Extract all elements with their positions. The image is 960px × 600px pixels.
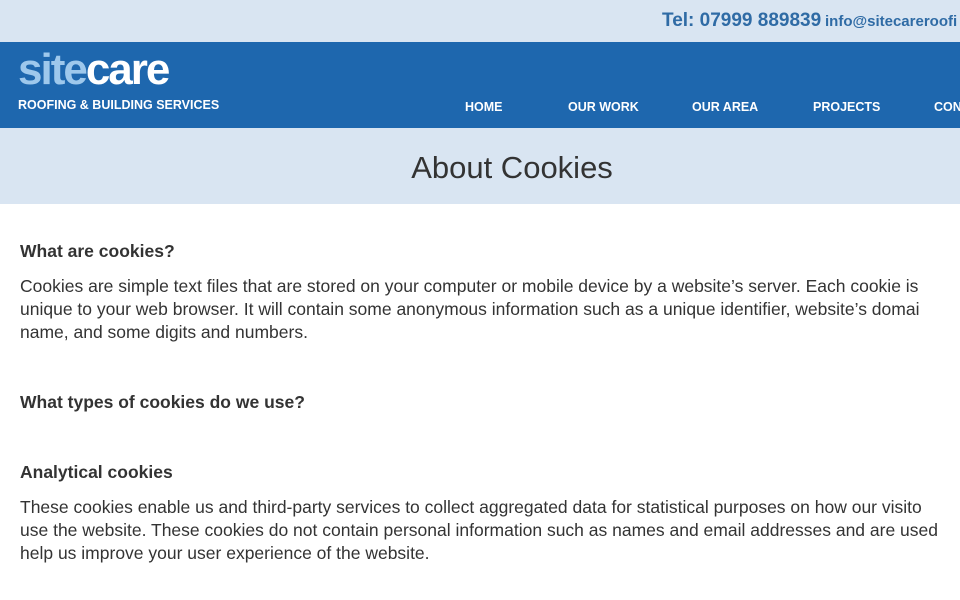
logo-wordmark: sitecare [18,45,171,94]
site-header: sitecare ROOFING & BUILDING SERVICES HOM… [0,42,960,128]
body-line: Cookies are simple text files that are s… [20,276,919,296]
section-body-what-are-cookies: Cookies are simple text files that are s… [20,275,960,344]
nav-item-our-work[interactable]: OUR WORK [568,100,639,114]
logo-word-care: care [85,45,171,94]
cookie-policy-content: What are cookies? Cookies are simple tex… [20,204,960,600]
body-line: help us improve your user experience of … [20,543,430,563]
section-heading-analytical-cookies: Analytical cookies [20,462,173,482]
body-line: These cookies enable us and third-party … [20,497,922,517]
site-logo[interactable]: sitecare ROOFING & BUILDING SERVICES [18,45,219,113]
phone-link[interactable]: Tel: 07999 889839 [662,10,821,32]
email-link[interactable]: info@sitecareroofi [825,13,957,30]
body-line: unique to your web browser. It will cont… [20,299,920,319]
page-title-banner: About Cookies [0,128,960,204]
section-heading-what-are-cookies: What are cookies? [20,241,175,261]
nav-item-projects[interactable]: PROJECTS [813,100,880,114]
page-title: About Cookies [411,150,613,185]
nav-item-contact[interactable]: CON [934,100,960,114]
body-line: use the website. These cookies do not co… [20,520,939,540]
section-heading-cookie-types: What types of cookies do we use? [20,392,305,412]
contact-bar: Tel: 07999 889839 info@sitecareroofi [0,0,960,42]
logo-word-site: site [18,45,88,94]
nav-item-our-area[interactable]: OUR AREA [692,100,758,114]
logo-tagline: ROOFING & BUILDING SERVICES [18,98,220,112]
section-body-analytical-cookies: These cookies enable us and third-party … [20,496,960,565]
nav-item-home[interactable]: HOME [465,100,503,114]
body-line: name, and some digits and numbers. [20,322,308,342]
